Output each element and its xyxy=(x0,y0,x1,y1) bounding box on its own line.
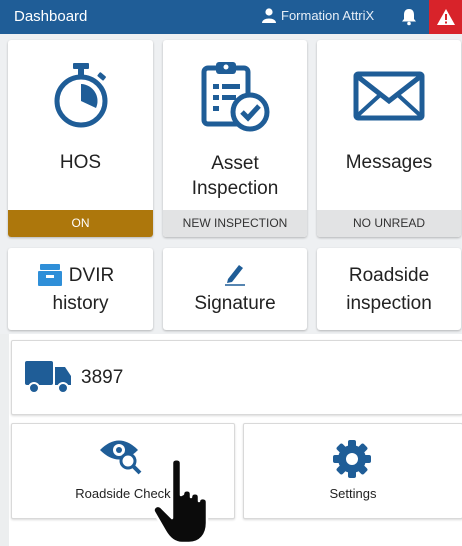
dvir-label-line2: history xyxy=(52,293,109,314)
alert-button[interactable] xyxy=(429,0,462,34)
roadside-label-line2: inspection xyxy=(346,293,432,314)
hand-pointer-icon xyxy=(152,458,209,545)
user-icon xyxy=(262,8,276,23)
dvir-label-line1: DVIR xyxy=(68,265,115,286)
gear-icon xyxy=(333,440,371,478)
envelope-icon xyxy=(353,71,425,121)
eye-search-icon xyxy=(100,440,142,475)
roadside-inspection-tile[interactable]: Roadside inspection xyxy=(317,248,461,330)
vehicle-panel[interactable]: 3897 xyxy=(11,340,462,415)
asset-inspection-tile[interactable]: Asset Inspection NEW INSPECTION xyxy=(163,40,307,237)
settings-button[interactable]: Settings xyxy=(243,423,462,519)
truck-icon xyxy=(25,361,71,394)
asset-label-line1: Asset xyxy=(211,153,259,174)
bell-icon[interactable] xyxy=(399,7,419,27)
vehicle-number: 3897 xyxy=(81,367,124,388)
user-name: Formation AttriX xyxy=(281,8,375,23)
settings-label: Settings xyxy=(329,486,377,501)
dvir-history-tile[interactable]: DVIR history xyxy=(8,248,153,330)
warning-icon xyxy=(436,9,455,25)
messages-status: NO UNREAD xyxy=(317,210,461,237)
clipboard-check-icon xyxy=(201,62,270,132)
asset-label-line2: Inspection xyxy=(191,178,279,199)
asset-status: NEW INSPECTION xyxy=(163,210,307,237)
messages-label: Messages xyxy=(345,152,433,173)
signature-label: Signature xyxy=(194,293,276,314)
signature-tile[interactable]: Signature xyxy=(163,248,307,330)
stopwatch-icon xyxy=(54,63,108,128)
app-header: Dashboard Formation AttriX xyxy=(0,0,462,34)
roadside-label-line1: Roadside xyxy=(348,265,430,286)
hos-label: HOS xyxy=(59,152,102,173)
hos-tile[interactable]: HOS ON xyxy=(8,40,153,237)
pen-icon xyxy=(225,265,245,286)
left-edge-strip xyxy=(0,334,9,546)
messages-tile[interactable]: Messages NO UNREAD xyxy=(317,40,461,237)
hos-status: ON xyxy=(8,210,153,237)
user-menu[interactable]: Formation AttriX xyxy=(262,8,374,23)
page-title: Dashboard xyxy=(14,8,88,25)
